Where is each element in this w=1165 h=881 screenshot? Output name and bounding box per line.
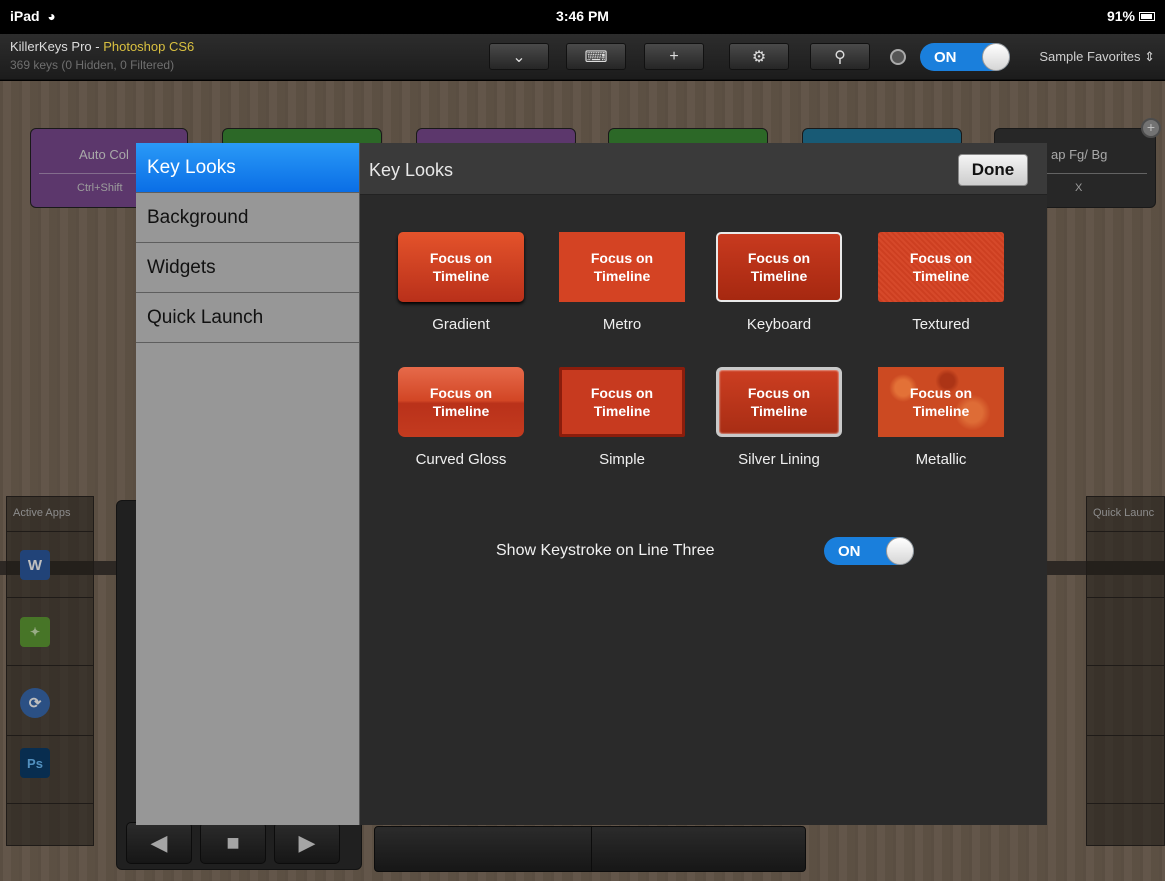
look-caption: Gradient: [432, 316, 490, 333]
search-button[interactable]: ⚲: [810, 43, 870, 70]
look-swatch: Focus on Timeline: [559, 232, 685, 302]
globe-icon[interactable]: [890, 49, 906, 65]
swatch-line-2: Timeline: [912, 403, 970, 419]
favorites-label: Sample Favorites: [1039, 49, 1141, 64]
sidebar-item-key-looks[interactable]: Key Looks: [136, 143, 359, 193]
status-battery: 91%: [1107, 8, 1155, 24]
keyboard-icon: ⌨: [584, 48, 608, 66]
swatch-line-2: Timeline: [912, 268, 970, 284]
sidebar-item-widgets[interactable]: Widgets: [136, 243, 359, 293]
look-option-simple[interactable]: Focus on Timeline Simple: [559, 367, 685, 468]
look-caption: Metallic: [915, 451, 967, 468]
swatch-line-2: Timeline: [432, 268, 490, 284]
favorites-selector[interactable]: Sample Favorites ⇕: [1039, 49, 1155, 65]
swatch-line-2: Timeline: [750, 268, 808, 284]
swatch-line-1: Focus on: [909, 250, 973, 266]
app-title-prefix: KillerKeys Pro -: [10, 39, 104, 54]
key-looks-panel: Key Looks Done Focus on Timeline Gradien…: [360, 143, 1047, 825]
look-swatch: Focus on Timeline: [878, 367, 1004, 437]
look-option-curved-gloss[interactable]: Focus on Timeline Curved Gloss: [398, 367, 524, 468]
look-option-silver-lining[interactable]: Focus on Timeline Silver Lining: [716, 367, 842, 468]
look-option-textured[interactable]: Focus on Timeline Textured: [878, 232, 1004, 333]
app-title-app: Photoshop CS6: [103, 39, 195, 54]
settings-button[interactable]: ⚙: [729, 43, 789, 70]
keystroke-setting-row: Show Keystroke on Line Three ON: [360, 537, 1047, 567]
keystroke-setting-label: Show Keystroke on Line Three: [496, 542, 715, 559]
collapse-button[interactable]: ⌄: [489, 43, 549, 70]
sidebar-item-quick-launch[interactable]: Quick Launch: [136, 293, 359, 343]
look-option-keyboard[interactable]: Focus on Timeline Keyboard: [716, 232, 842, 333]
sidebar-item-label: Key Looks: [147, 156, 236, 178]
look-swatch: Focus on Timeline: [878, 232, 1004, 302]
look-swatch: Focus on Timeline: [716, 232, 842, 302]
look-option-metallic[interactable]: Focus on Timeline Metallic: [878, 367, 1004, 468]
look-caption: Metro: [602, 316, 642, 333]
look-caption: Textured: [912, 316, 970, 333]
swatch-line-1: Focus on: [747, 250, 811, 266]
app-title: KillerKeys Pro - Photoshop CS6: [10, 39, 194, 54]
status-bar: iPad ◕ 3:46 PM 91%: [0, 0, 1165, 34]
keystroke-toggle-label: ON: [838, 542, 861, 560]
plus-icon: +: [669, 47, 679, 65]
sidebar-item-background[interactable]: Background: [136, 193, 359, 243]
swatch-line-2: Timeline: [593, 403, 651, 419]
look-caption: Silver Lining: [738, 451, 820, 468]
toggle-knob: [886, 537, 914, 565]
look-caption: Simple: [599, 451, 645, 468]
look-swatch: Focus on Timeline: [398, 367, 524, 437]
panel-header: Key Looks Done: [360, 143, 1047, 195]
app-toolbar: KillerKeys Pro - Photoshop CS6 369 keys …: [0, 34, 1165, 80]
look-caption: Curved Gloss: [415, 451, 507, 468]
swatch-line-1: Focus on: [590, 250, 654, 266]
swatch-line-2: Timeline: [593, 268, 651, 284]
keyboard-button[interactable]: ⌨: [566, 43, 626, 70]
look-option-metro[interactable]: Focus on Timeline Metro: [559, 232, 685, 333]
battery-percent: 91%: [1106, 8, 1135, 24]
swatch-line-2: Timeline: [432, 403, 490, 419]
look-swatch: Focus on Timeline: [716, 367, 842, 437]
keystroke-toggle[interactable]: ON: [824, 537, 914, 565]
sidebar-item-label: Quick Launch: [147, 306, 264, 328]
look-option-gradient[interactable]: Focus on Timeline Gradient: [398, 232, 524, 333]
add-key-button[interactable]: +: [644, 43, 704, 70]
settings-sidebar: Key Looks Background Widgets Quick Launc…: [136, 143, 360, 825]
search-icon: ⚲: [834, 48, 846, 66]
look-caption: Keyboard: [746, 316, 812, 333]
swatch-line-1: Focus on: [747, 385, 811, 401]
status-time: 3:46 PM: [556, 8, 609, 24]
swatch-line-1: Focus on: [590, 385, 654, 401]
panel-title: Key Looks: [369, 160, 454, 180]
keys-toggle[interactable]: ON: [920, 43, 1010, 71]
gear-icon: ⚙: [751, 48, 767, 66]
look-swatch: Focus on Timeline: [398, 232, 524, 302]
swatch-line-1: Focus on: [909, 385, 973, 401]
look-swatch: Focus on Timeline: [559, 367, 685, 437]
updown-icon: ⇕: [1144, 49, 1155, 64]
sidebar-item-label: Background: [147, 206, 249, 228]
done-button[interactable]: Done: [958, 154, 1028, 186]
battery-icon: [1139, 11, 1155, 21]
toggle-knob: [982, 43, 1010, 71]
sidebar-item-label: Widgets: [147, 256, 216, 278]
swatch-line-1: Focus on: [429, 250, 493, 266]
chevron-down-icon: ⌄: [512, 48, 526, 66]
key-count: 369 keys (0 Hidden, 0 Filtered): [10, 58, 175, 72]
keys-toggle-label: ON: [934, 48, 957, 66]
swatch-line-2: Timeline: [750, 403, 808, 419]
swatch-line-1: Focus on: [429, 385, 493, 401]
